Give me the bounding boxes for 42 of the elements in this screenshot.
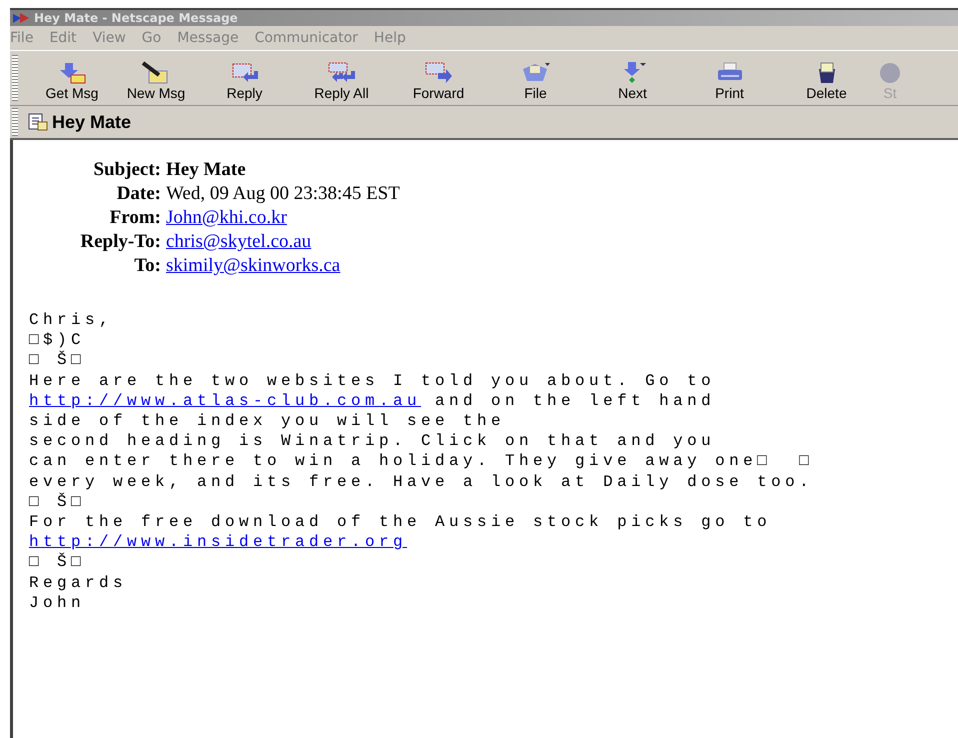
body-text: □ Š□ [29, 351, 86, 370]
body-text: can enter there to win a holiday. They give away one□ □ [29, 452, 814, 470]
body-text: second heading is Winatrip. Click on that and you [29, 432, 716, 450]
body-text: □ Š□ [29, 492, 86, 511]
envelope-icon [424, 61, 454, 85]
body-text: □$)C [29, 331, 86, 350]
toolbar-button[interactable]: New Msg [116, 61, 196, 105]
web-link[interactable]: http://www.insidetrader.org [29, 533, 408, 552]
body-text: For the free download of the Aussie stock picks go to [29, 513, 772, 532]
toolbar-button[interactable]: Next [584, 61, 681, 105]
header-label: From: [108, 206, 161, 229]
message-icon [28, 113, 48, 131]
email-link[interactable]: chris@skytel.co.au [166, 230, 400, 253]
toolbar-button[interactable]: Reply All [293, 61, 390, 105]
header-label: Date: [116, 182, 161, 205]
toolbar-button[interactable]: File [487, 61, 584, 105]
body-text: Here are the two websites I told you about. Go to [29, 372, 716, 390]
window-title: Hey Mate - Netscape Message [34, 11, 238, 25]
header-label: Reply-To: [79, 230, 161, 253]
message-title: Hey Mate [52, 112, 132, 132]
toolbar-grip[interactable] [12, 108, 18, 136]
toolbar-grip[interactable] [12, 55, 18, 101]
body-text: and on the left hand [434, 392, 716, 410]
toolbar-button[interactable]: Reply [196, 61, 293, 105]
toolbar-button[interactable]: Delete [778, 61, 875, 105]
toolbar-button[interactable]: Get Msg [28, 61, 116, 105]
toolbar-button[interactable]: Forward [390, 61, 487, 105]
header-label: To: [133, 254, 161, 277]
toolbar-button[interactable]: Print [681, 61, 778, 105]
body-text: every week, and its free. Have a look at Daily dose too. [29, 472, 814, 491]
body-text: □ Š□ [29, 553, 86, 572]
header-value: Wed, 09 Aug 00 23:38:45 EST [166, 182, 400, 205]
email-link[interactable]: skimily@skinworks.ca [166, 254, 400, 277]
header-value: Hey Mate [166, 158, 247, 181]
app-icon [12, 12, 30, 24]
body-text: Regards [29, 574, 128, 592]
web-link[interactable]: http://www.atlas-club.com.au [29, 392, 422, 410]
body-text: John [29, 594, 86, 612]
body-text: side of the index you will see the [29, 412, 506, 430]
body-text: Chris, [29, 311, 114, 329]
email-link[interactable]: John@khi.co.kr [166, 206, 400, 229]
header-label: Subject: [92, 158, 161, 181]
